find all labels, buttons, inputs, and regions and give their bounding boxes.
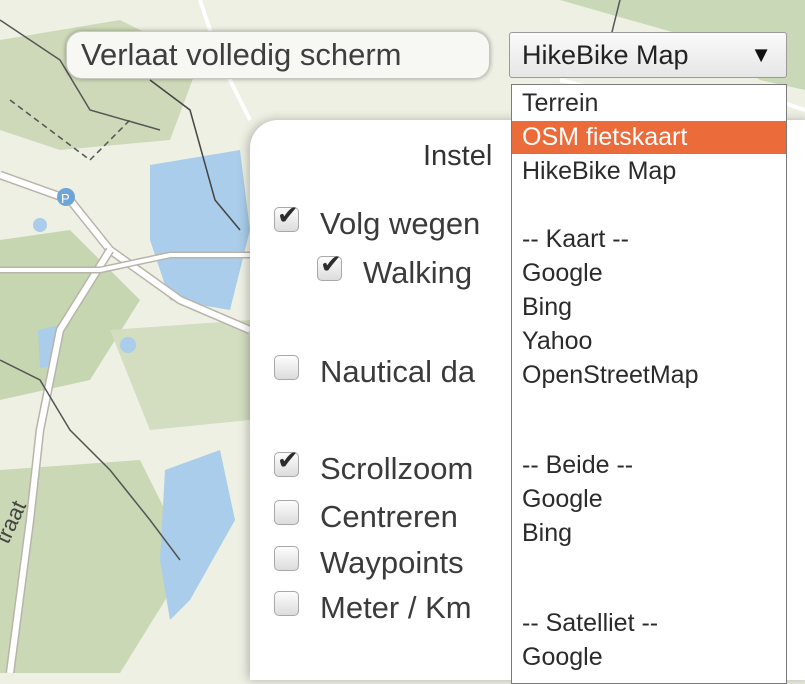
center-checkbox[interactable] — [274, 500, 299, 525]
dropdown-option[interactable]: Terrein — [512, 87, 786, 120]
dropdown-option[interactable]: Google — [512, 641, 786, 674]
triangle-down-icon: ▼ — [750, 42, 772, 67]
nautical-checkbox[interactable] — [274, 355, 299, 380]
map-type-selected-value: HikeBike Map — [522, 40, 689, 70]
waypoints-label: Waypoints — [320, 545, 464, 580]
meter-km-label: Meter / Km — [320, 590, 472, 625]
checkmark-icon: ✔ — [277, 446, 299, 476]
center-label: Centreren — [320, 499, 458, 534]
dropdown-spacer — [512, 573, 786, 606]
walking-checkbox[interactable]: ✔ — [317, 250, 342, 281]
exit-fullscreen-button[interactable]: Verlaat volledig scherm — [66, 31, 490, 79]
dropdown-option[interactable]: Yahoo — [512, 325, 786, 358]
dropdown-option[interactable]: OpenStreetMap — [512, 359, 786, 392]
dropdown-option[interactable]: HikeBike Map — [512, 155, 786, 188]
parking-icon-label: P — [61, 191, 70, 206]
follow-roads-label: Volg wegen — [320, 206, 481, 241]
checkmark-icon: ✔ — [320, 250, 342, 280]
scrollzoom-label: Scrollzoom — [320, 451, 474, 486]
checkmark-icon: ✔ — [277, 201, 299, 231]
dropdown-spacer — [512, 415, 786, 448]
dropdown-option[interactable]: Google — [512, 257, 786, 290]
dropdown-spacer — [512, 189, 786, 222]
settings-title: Instel — [423, 140, 493, 172]
water-pond — [120, 337, 136, 353]
meter-km-checkbox[interactable] — [274, 591, 299, 616]
map-type-dropdown-list[interactable]: Terrein OSM fietskaart HikeBike Map -- Kaar… — [511, 84, 787, 684]
map-type-select[interactable]: HikeBike Map ▼ — [509, 32, 787, 78]
dropdown-group-header: -- Kaart -- — [522, 225, 629, 253]
dropdown-group-header: -- Beide -- — [522, 451, 634, 479]
dropdown-group-header: -- Satelliet -- — [522, 609, 659, 637]
dropdown-option[interactable]: OSM fietskaart — [512, 121, 786, 154]
exit-fullscreen-label: Verlaat volledig scherm — [81, 37, 402, 72]
waypoints-checkbox[interactable] — [274, 546, 299, 571]
dropdown-option[interactable]: Google — [512, 483, 786, 516]
nautical-label: Nautical da — [320, 354, 476, 389]
scrollzoom-checkbox[interactable]: ✔ — [274, 446, 299, 477]
follow-roads-checkbox[interactable]: ✔ — [274, 201, 299, 232]
water-pond — [33, 218, 47, 232]
walking-label: Walking — [363, 255, 473, 290]
dropdown-option[interactable]: Bing — [512, 517, 786, 550]
dropdown-option[interactable]: Bing — [512, 291, 786, 324]
